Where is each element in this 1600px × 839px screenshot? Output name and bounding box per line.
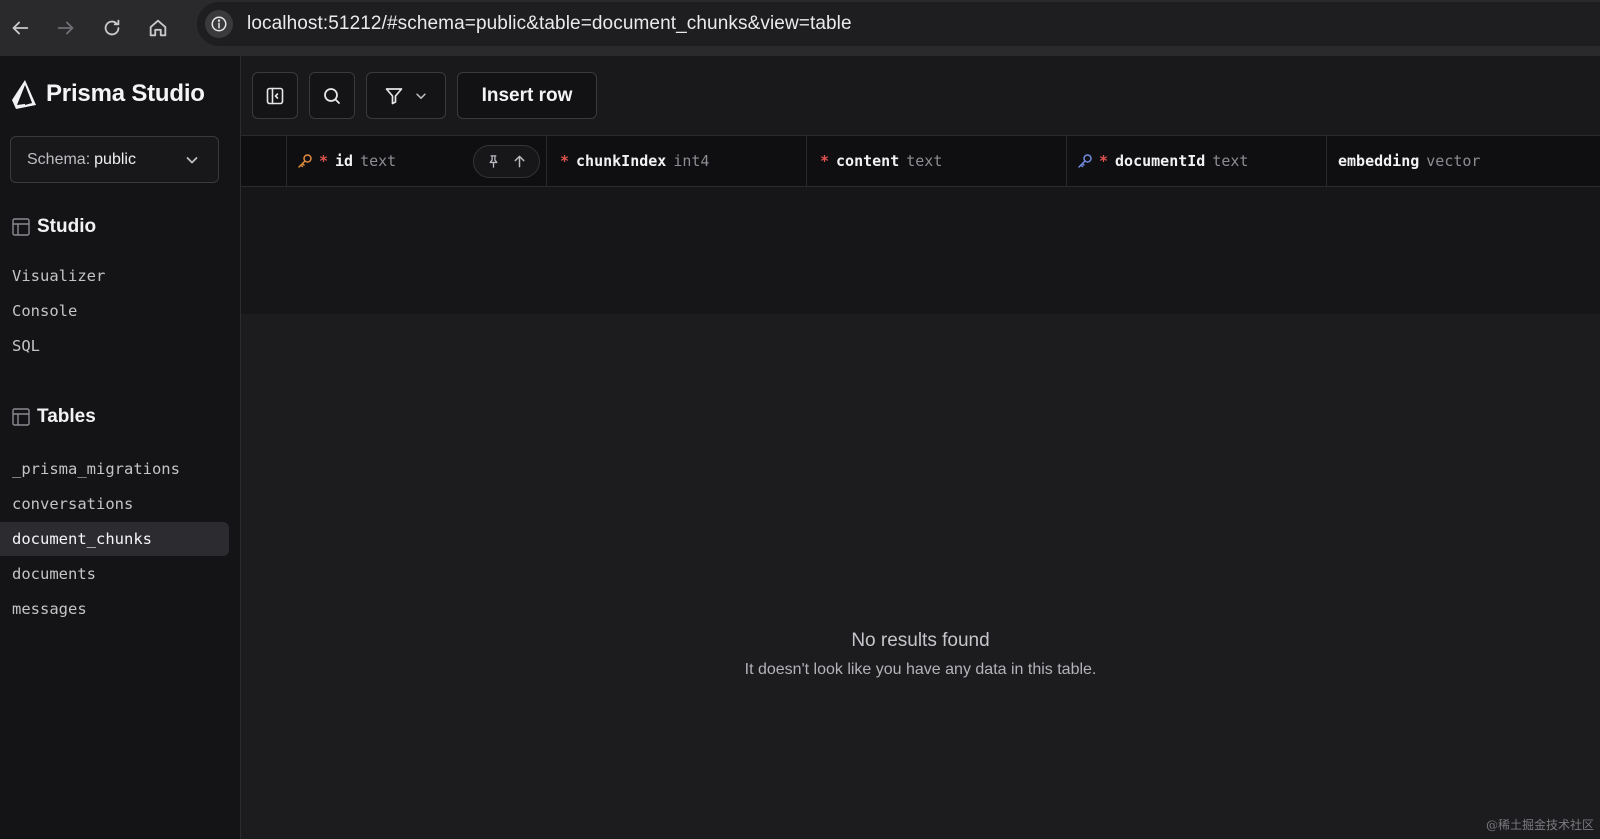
column-name: id	[335, 152, 354, 170]
forward-button[interactable]	[48, 10, 84, 46]
home-button[interactable]	[140, 10, 176, 46]
sidebar-item-document-chunks[interactable]: document_chunks	[0, 522, 229, 556]
required-marker: *	[1099, 152, 1109, 170]
sidebar-item-prisma-migrations[interactable]: _prisma_migrations	[0, 452, 229, 486]
tables-heading-label: Tables	[37, 406, 96, 427]
schema-label: Schema:	[27, 150, 91, 168]
main-panel: Insert row * id text * chunkIndex int4 *…	[241, 56, 1600, 839]
table-icon	[12, 408, 30, 426]
column-header-id[interactable]: * id text	[287, 136, 547, 186]
brand[interactable]: Prisma Studio	[10, 78, 205, 110]
toolbar: Insert row	[241, 56, 1600, 135]
info-icon	[211, 16, 227, 32]
sidebar-item-console[interactable]: Console	[0, 294, 229, 328]
primary-key-icon	[298, 154, 312, 168]
schema-value: public	[94, 150, 136, 168]
foreign-key-icon	[1078, 154, 1092, 168]
sort-ascending-icon[interactable]	[512, 154, 527, 169]
search-icon	[324, 87, 340, 104]
chevron-down-icon	[186, 157, 198, 164]
toggle-sidebar-button[interactable]	[252, 72, 298, 119]
sidebar-item-documents[interactable]: documents	[0, 557, 229, 591]
studio-heading-label: Studio	[37, 216, 97, 237]
required-marker: *	[319, 152, 329, 170]
column-name: embedding	[1338, 152, 1420, 170]
pin-icon[interactable]	[486, 154, 501, 169]
table-body-placeholder	[241, 187, 1600, 314]
watermark: @稀土掘金技术社区	[1485, 818, 1594, 832]
arrow-left-icon	[12, 21, 29, 35]
column-header-chunkindex[interactable]: * chunkIndex int4	[547, 136, 807, 186]
column-header-documentid[interactable]: * documentId text	[1067, 136, 1327, 186]
address-bar[interactable]: localhost:51212/#schema=public&table=doc…	[197, 2, 1600, 46]
studio-heading: Studio	[12, 216, 96, 238]
brand-name: Prisma Studio	[46, 80, 205, 107]
chevron-down-icon	[416, 92, 426, 99]
column-name: content	[836, 152, 900, 170]
column-name: documentId	[1115, 152, 1206, 170]
sidebar: Prisma Studio Schema: public Studio Visu…	[0, 56, 241, 839]
column-type: text	[1212, 152, 1249, 170]
required-marker: *	[560, 152, 570, 170]
back-button[interactable]	[2, 10, 38, 46]
home-icon	[149, 19, 167, 37]
column-type: vector	[1426, 152, 1481, 170]
column-name: chunkIndex	[576, 152, 667, 170]
column-type: text	[906, 152, 943, 170]
filter-icon	[385, 87, 403, 104]
sidebar-toggle-icon	[266, 87, 284, 104]
sidebar-item-conversations[interactable]: conversations	[0, 487, 229, 521]
filter-button[interactable]	[366, 72, 446, 119]
schema-select[interactable]: Schema: public	[10, 136, 219, 183]
empty-state-title: No results found	[851, 630, 990, 651]
row-gutter-header	[241, 136, 287, 186]
browser-chrome: localhost:51212/#schema=public&table=doc…	[0, 0, 1600, 56]
prisma-logo-icon	[12, 80, 36, 109]
column-actions	[473, 145, 540, 178]
column-type: text	[360, 152, 397, 170]
url-text[interactable]: localhost:51212/#schema=public&table=doc…	[247, 13, 852, 35]
sidebar-item-visualizer[interactable]: Visualizer	[0, 259, 229, 293]
sidebar-item-messages[interactable]: messages	[0, 592, 229, 626]
search-button[interactable]	[309, 72, 355, 119]
arrow-right-icon	[57, 21, 74, 35]
sidebar-item-sql[interactable]: SQL	[0, 329, 229, 363]
site-info-button[interactable]	[205, 10, 233, 38]
insert-row-button[interactable]: Insert row	[457, 72, 597, 119]
reload-button[interactable]	[94, 10, 130, 46]
table-icon	[12, 218, 30, 236]
column-type: int4	[673, 152, 710, 170]
column-header-embedding[interactable]: embedding vector	[1327, 136, 1600, 186]
reload-icon	[104, 19, 120, 36]
required-marker: *	[820, 152, 830, 170]
table-header: * id text * chunkIndex int4 * content te…	[241, 135, 1600, 187]
column-header-content[interactable]: * content text	[807, 136, 1067, 186]
tables-heading: Tables	[12, 406, 96, 428]
empty-state-message: It doesn't look like you have any data i…	[744, 661, 1097, 678]
